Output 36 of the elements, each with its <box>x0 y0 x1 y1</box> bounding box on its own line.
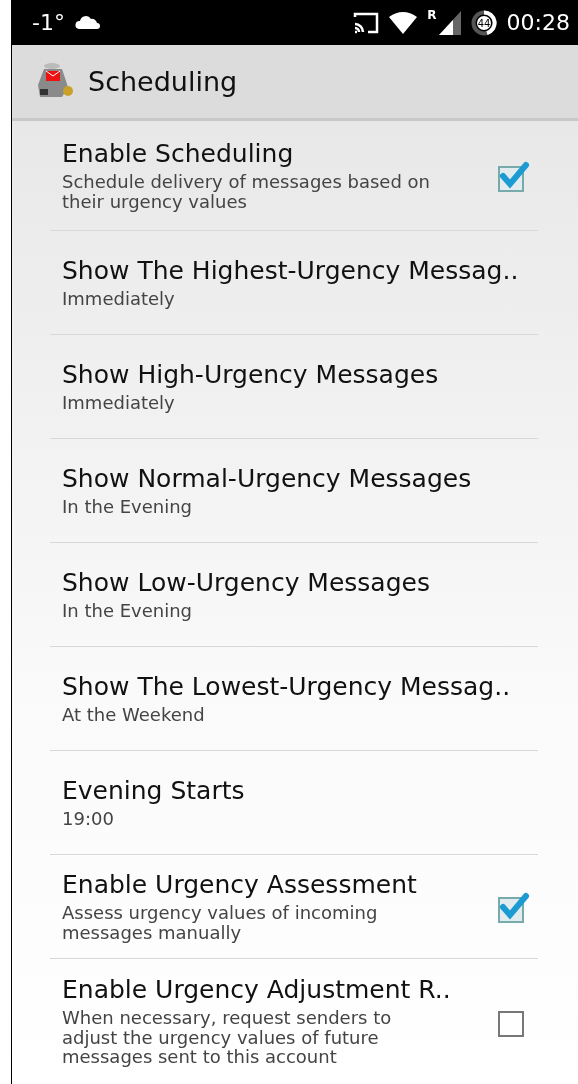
setting-row[interactable]: Enable Urgency Assessment Assess urgency values of incoming messages manually <box>50 855 538 959</box>
setting-summary: Immediately <box>62 289 176 309</box>
cast-icon <box>353 11 380 34</box>
setting-row[interactable]: Show Normal-Urgency Messages In the Evening <box>50 439 538 543</box>
setting-summary: Schedule delivery of messages based on their urgency values <box>62 172 431 212</box>
setting-summary: Assess urgency values of incoming messages manually <box>62 903 379 943</box>
screen-title: Scheduling <box>88 66 238 97</box>
setting-title: Show The Highest-Urgency Messag.. <box>62 256 520 286</box>
signal-icon <box>438 10 461 35</box>
setting-summary: Immediately <box>62 393 176 413</box>
setting-title: Enable Urgency Assessment <box>62 870 418 900</box>
setting-row[interactable]: Show The Lowest-Urgency Messag.. At the Weekend <box>50 647 538 751</box>
setting-row[interactable]: Enable Scheduling Schedule delivery of messages based on their urgency values <box>50 121 538 231</box>
setting-row[interactable]: Show High-Urgency Messages Immediately <box>50 335 538 439</box>
wifi-icon <box>389 11 418 34</box>
setting-summary: When necessary, request senders to adjust the urgency values of future messages sent to this account <box>62 1007 393 1068</box>
setting-row[interactable]: Evening Starts 19:00 <box>50 751 538 855</box>
setting-title: Show High-Urgency Messages <box>62 360 440 390</box>
setting-title: Enable Urgency Adjustment R.. <box>62 974 452 1004</box>
setting-title: Enable Scheduling <box>62 139 295 169</box>
setting-row[interactable]: Show Low-Urgency Messages In the Evening <box>50 543 538 647</box>
battery-icon: 44 <box>470 9 497 36</box>
setting-summary: In the Evening <box>62 601 194 621</box>
setting-summary: In the Evening <box>62 497 194 517</box>
setting-title: Show The Lowest-Urgency Messag.. <box>62 672 512 702</box>
setting-row[interactable]: Show The Highest-Urgency Messag.. Immediately <box>50 231 538 335</box>
clock: 00:28 <box>506 10 570 35</box>
temperature: -1° <box>32 10 65 35</box>
setting-summary: 19:00 <box>62 809 115 829</box>
roaming-label: R <box>427 8 437 22</box>
setting-title: Show Normal-Urgency Messages <box>62 464 473 494</box>
setting-title: Evening Starts <box>62 776 246 806</box>
cloud-icon <box>74 15 101 30</box>
setting-summary: At the Weekend <box>62 705 206 725</box>
setting-title: Show Low-Urgency Messages <box>62 568 431 598</box>
setting-row[interactable]: Enable Urgency Adjustment R.. When necessary, request senders to adjust the urgency values of future messages sent to this account <box>50 959 538 1083</box>
